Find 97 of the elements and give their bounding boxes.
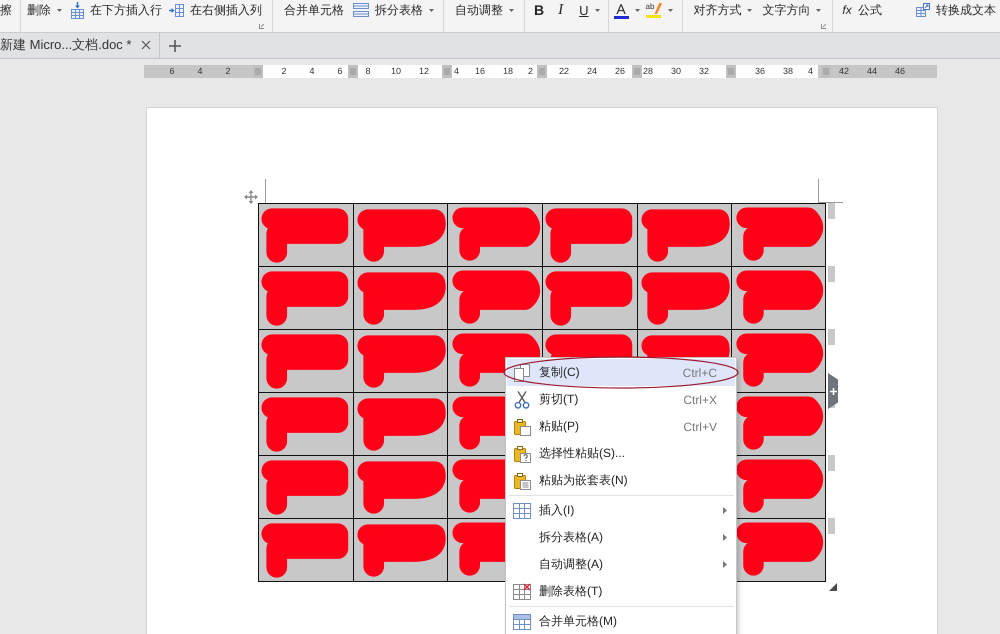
- align-button[interactable]: 对齐方式: [693, 0, 752, 20]
- scissors-icon: [513, 390, 531, 408]
- ruler-number: 32: [698, 65, 709, 78]
- ruler-number: 30: [670, 65, 681, 78]
- ruler-number: 6: [169, 65, 174, 78]
- insert-row-below-button[interactable]: 在下方插入行: [71, 0, 162, 20]
- ruler-number: 4: [454, 65, 459, 78]
- ruler-number: 2: [528, 65, 534, 78]
- delete-button[interactable]: 删除: [27, 0, 62, 20]
- highlight-color-bar: [646, 15, 662, 18]
- ruler-number: 22: [558, 65, 569, 78]
- ruler-number: 8: [365, 65, 370, 78]
- font-color-button[interactable]: A: [614, 0, 640, 20]
- margin-corner-mark: [265, 179, 266, 203]
- ruler-number: 4: [808, 65, 814, 78]
- plus-icon: [830, 388, 836, 394]
- ruler-number: 2: [225, 65, 230, 78]
- ruler-column-marker[interactable]: [537, 65, 547, 78]
- underline-button[interactable]: U: [579, 0, 600, 20]
- ruler-number: 18: [502, 65, 513, 78]
- ruler-column-marker[interactable]: [632, 65, 642, 78]
- ruler-column-marker[interactable]: [253, 65, 263, 78]
- caret-icon: [594, 8, 600, 12]
- row-end-marker: [828, 518, 835, 534]
- row-end-marker: [828, 329, 835, 345]
- ruler-number: 42: [838, 65, 849, 78]
- margin-corner-mark: [818, 179, 843, 203]
- eraser-button[interactable]: 擦: [0, 0, 12, 20]
- merge-cells-button[interactable]: 合并单元格: [284, 0, 344, 20]
- row-end-marker: [828, 455, 835, 471]
- menu-item[interactable]: 删除表格(T): [507, 578, 735, 605]
- ruler-number: 38: [782, 65, 793, 78]
- ruler-column-marker[interactable]: [726, 65, 736, 78]
- caret-icon: [747, 8, 752, 12]
- ruler-number: 6: [337, 65, 342, 78]
- menu-item[interactable]: 合并单元格(M): [507, 608, 735, 634]
- ruler-number: 4: [197, 65, 202, 78]
- caret-icon: [509, 8, 514, 12]
- caret-icon: [816, 8, 822, 12]
- caret-icon: [668, 8, 674, 12]
- ruler-number: 28: [642, 65, 653, 78]
- caret-icon: [429, 8, 434, 12]
- formula-button[interactable]: fx 公式: [842, 0, 882, 20]
- clipboard-question-icon: [513, 444, 531, 462]
- ruler-number: 46: [894, 65, 905, 78]
- autofit-button[interactable]: 自动调整: [455, 0, 514, 20]
- ruler-number: 10: [390, 65, 401, 78]
- move-handle-icon[interactable]: [244, 190, 258, 204]
- italic-button[interactable]: I: [558, 0, 564, 20]
- menu-item[interactable]: 选择性粘贴(S)...: [507, 440, 735, 467]
- shortcut-text: Ctrl+C: [682, 366, 717, 380]
- table-convert-icon: [916, 3, 930, 17]
- ruler-column-marker[interactable]: [821, 65, 832, 78]
- menu-item[interactable]: 粘贴为嵌套表(N): [507, 467, 735, 494]
- ruler-number: 26: [614, 65, 625, 78]
- highlighter-pen-icon: [654, 2, 662, 14]
- font-color-bar: [614, 16, 629, 18]
- row-end-marker: [828, 203, 835, 219]
- caret-icon: [634, 8, 640, 12]
- plus-icon[interactable]: [169, 40, 182, 52]
- menu-item[interactable]: 自动调整(A): [507, 551, 735, 578]
- insert-column-right-button[interactable]: 在右侧插入列: [169, 0, 262, 20]
- dialog-launcher-icon[interactable]: [259, 24, 264, 29]
- text-direction-button[interactable]: 文字方向: [762, 0, 822, 20]
- menu-item[interactable]: 剪切(T) Ctrl+X: [507, 386, 735, 413]
- insert-column-icon: [169, 4, 184, 16]
- ruler-number: 2: [281, 65, 286, 78]
- document-tab[interactable]: 新建 Micro...文档.doc *: [0, 33, 160, 58]
- menu-item[interactable]: 拆分表格(A): [507, 524, 735, 551]
- menu-item[interactable]: 插入(I): [507, 497, 735, 524]
- ruler-number: 44: [866, 65, 877, 78]
- table-icon: [513, 502, 531, 520]
- clipboard-icon: [513, 418, 531, 436]
- shortcut-text: Ctrl+X: [683, 392, 717, 406]
- shortcut-text: Ctrl+V: [683, 420, 717, 434]
- menu-item[interactable]: 粘贴(P) Ctrl+V: [507, 413, 735, 440]
- split-table-icon: [353, 3, 369, 17]
- bold-button[interactable]: B: [534, 0, 544, 20]
- clipboard-list-icon: [513, 472, 531, 490]
- ruler-number: 4: [309, 65, 314, 78]
- convert-to-text-button[interactable]: 转换成文本: [916, 0, 996, 20]
- row-end-marker: [828, 266, 835, 282]
- dialog-launcher-icon[interactable]: [821, 24, 826, 29]
- split-table-button[interactable]: 拆分表格: [353, 0, 434, 20]
- delete-table-icon: [513, 582, 531, 600]
- ruler-number: 36: [754, 65, 765, 78]
- ruler-number: 24: [586, 65, 597, 78]
- ruler-number: 12: [418, 65, 429, 78]
- ruler-column-marker[interactable]: [442, 65, 452, 78]
- ruler-number: 16: [474, 65, 485, 78]
- caret-icon: [57, 8, 62, 12]
- highlight-button[interactable]: ab: [646, 0, 674, 20]
- close-icon[interactable]: [141, 40, 152, 50]
- resize-handle-icon[interactable]: [829, 583, 837, 591]
- merge-cells-icon: [513, 612, 531, 630]
- copy-icon: [513, 364, 531, 382]
- ruler-column-marker[interactable]: [348, 65, 358, 78]
